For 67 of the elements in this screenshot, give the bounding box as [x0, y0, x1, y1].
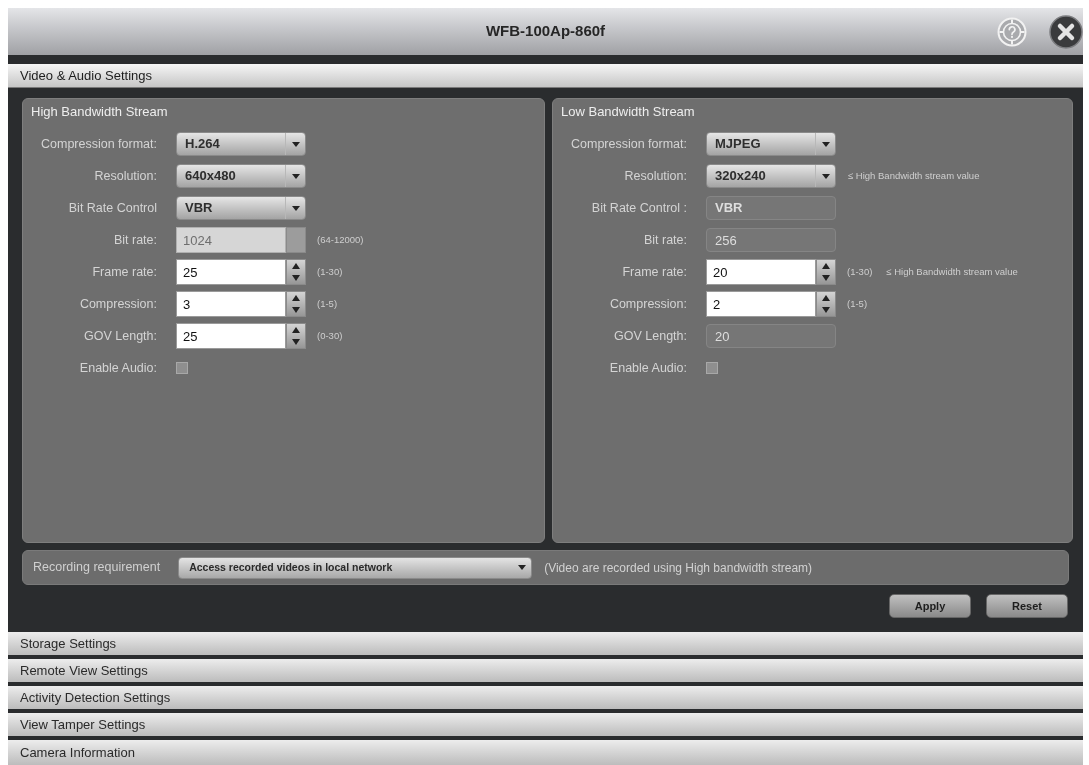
field-label: Compression format:: [40, 135, 157, 153]
hint-text: ≤ High Bandwidth stream value: [848, 168, 980, 183]
field-label: Frame rate:: [621, 263, 687, 281]
field-label: Recording requirement: [33, 559, 161, 577]
group-title: High Bandwidth Stream: [30, 103, 168, 121]
field-label: Bit Rate Control: [67, 199, 157, 217]
reset-button[interactable]: Reset: [986, 594, 1068, 618]
dropdown[interactable]: 640x480: [176, 164, 306, 188]
section-header[interactable]: Storage Settings: [8, 632, 1083, 655]
section-header[interactable]: Activity Detection Settings: [8, 686, 1083, 709]
dropdown[interactable]: MJPEG: [706, 132, 836, 156]
caret-icon: [291, 173, 300, 179]
range-hint: (1-30): [847, 264, 873, 279]
spin-buttons[interactable]: [816, 259, 836, 285]
checkbox[interactable]: [706, 362, 718, 374]
range-hint: (1-30): [317, 264, 343, 279]
dropdown[interactable]: VBR: [176, 196, 306, 220]
field-label: Compression:: [78, 295, 157, 313]
group-title: Low Bandwidth Stream: [560, 103, 695, 121]
number-input[interactable]: 3: [176, 291, 286, 317]
dropdown[interactable]: H.264: [176, 132, 306, 156]
number-input[interactable]: 25: [176, 323, 286, 349]
number-input[interactable]: 20: [706, 259, 816, 285]
field-label: Bit rate:: [112, 231, 157, 249]
caret-icon: [518, 565, 527, 570]
field-label: Compression format:: [570, 135, 687, 153]
section-header[interactable]: Video & Audio Settings: [8, 64, 1083, 88]
note-text: (Video are recorded using High bandwidth stream): [544, 559, 813, 577]
number-input[interactable]: 25: [176, 259, 286, 285]
range-hint: (0-30): [317, 328, 343, 343]
field-label: Bit rate:: [642, 231, 687, 249]
field-label: Bit Rate Control :: [590, 199, 687, 217]
close-icon[interactable]: [1049, 14, 1083, 49]
dropdown[interactable]: 320x240: [706, 164, 836, 188]
spin-buttons[interactable]: [286, 291, 306, 317]
dropdown[interactable]: Access recorded videos in local network: [178, 556, 533, 579]
section-header[interactable]: Camera Information: [8, 740, 1083, 765]
up-down-arrows-icon: [292, 263, 300, 281]
field-label: Resolution:: [93, 167, 157, 185]
up-down-arrows-icon: [822, 295, 830, 313]
range-hint: (1-5): [317, 296, 338, 311]
spin-buttons[interactable]: [286, 323, 306, 349]
section-header[interactable]: Remote View Settings: [8, 659, 1083, 682]
range-hint: (1-5): [847, 296, 868, 311]
window-title: WFB-100Ap-860f: [485, 21, 606, 42]
field-label: Compression:: [608, 295, 687, 313]
caret-icon: [291, 205, 300, 211]
field-label: Enable Audio:: [78, 359, 157, 377]
field-label: GOV Length:: [83, 327, 157, 345]
caret-icon: [821, 173, 830, 179]
spin-buttons[interactable]: [816, 291, 836, 317]
caret-icon: [291, 141, 300, 147]
up-down-arrows-icon: [292, 295, 300, 313]
spin-buttons[interactable]: [286, 259, 306, 285]
apply-button[interactable]: Apply: [889, 594, 971, 618]
field-label: GOV Length:: [613, 327, 687, 345]
section-header[interactable]: View Tamper Settings: [8, 713, 1083, 736]
up-down-arrows-icon: [822, 263, 830, 281]
checkbox[interactable]: [176, 362, 188, 374]
field-label: Resolution:: [623, 167, 687, 185]
up-down-arrows-icon: [292, 327, 300, 345]
field-label: Enable Audio:: [608, 359, 687, 377]
hint-text: ≤ High Bandwidth stream value: [886, 264, 1018, 279]
field-label: Frame rate:: [91, 263, 157, 281]
number-input[interactable]: 2: [706, 291, 816, 317]
range-hint: (64-12000): [317, 232, 364, 247]
caret-icon: [821, 141, 830, 147]
